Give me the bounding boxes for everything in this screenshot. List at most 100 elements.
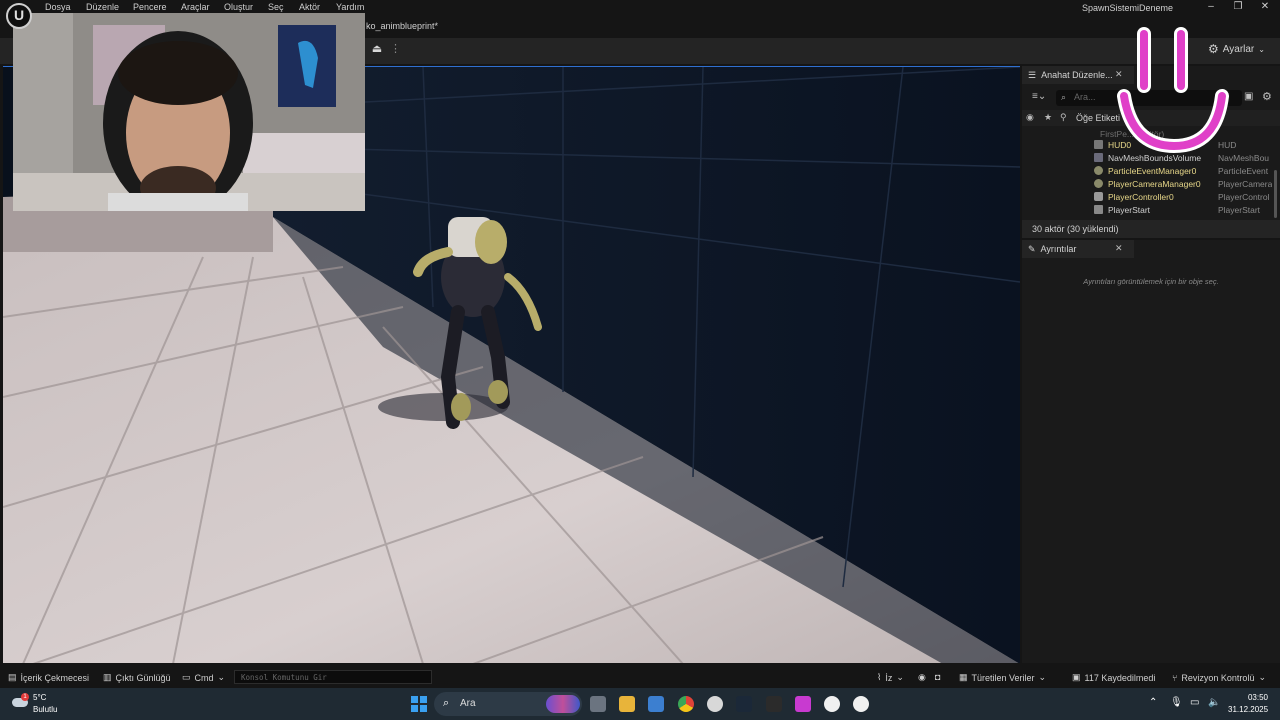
unsaved-button[interactable]: ▣ 117 Kaydedilmedi [1072, 672, 1155, 683]
cmd-label: Cmd [194, 672, 214, 683]
close-icon[interactable]: ✕ [1115, 243, 1123, 254]
eject-icon[interactable]: ⏏ [368, 42, 386, 58]
actor-type: PlayerControl [1218, 192, 1270, 202]
branch-icon: ⑂ [1172, 672, 1178, 683]
chevron-down-icon: ⌄ [1258, 44, 1265, 54]
steam-icon[interactable] [736, 696, 752, 712]
content-drawer-label: İçerik Çekmecesi [20, 672, 90, 683]
webcam-feed [13, 13, 365, 211]
webcam-overlay [13, 13, 365, 211]
unreal-engine-icon[interactable] [824, 696, 840, 712]
chevron-down-icon: ⌄ [1038, 672, 1047, 682]
windows-start-icon[interactable] [411, 696, 427, 712]
output-log-label: Çıktı Günlüğü [115, 672, 171, 683]
more-options-icon[interactable]: ⋮ [390, 42, 401, 55]
details-empty-message: Ayrıntıları görüntülemek için bir obje s… [1083, 277, 1219, 286]
minimize-icon[interactable]: – [1204, 1, 1218, 12]
unreal-engine-icon[interactable] [853, 696, 869, 712]
file-explorer-icon[interactable] [619, 696, 635, 712]
actor-name: PlayerCameraManager0 [1108, 179, 1201, 189]
menu-edit[interactable]: Düzenle [86, 2, 119, 12]
actor-name: PlayerController0 [1108, 192, 1174, 202]
actor-name: PlayerStart [1108, 205, 1151, 215]
actor-icon [1094, 179, 1103, 188]
chevron-down-icon: ⌄ [896, 672, 904, 682]
epic-games-icon[interactable] [766, 696, 782, 712]
window-title: SpawnSistemiDeneme [1082, 3, 1174, 13]
save-icon: ▣ [1072, 672, 1081, 682]
derived-data-button[interactable]: ▦ Türetilen Veriler ⌄ [959, 672, 1046, 683]
pin-icon[interactable]: ⚲ [1060, 112, 1067, 123]
console-placeholder: Konsol Komutunu Gir [241, 673, 327, 682]
editor-status-bar: ▤ İçerik Çekmecesi ▥ Çıktı Günlüğü ▭ Cmd… [0, 667, 1280, 688]
trace-icon: ⌇ [877, 672, 882, 682]
menu-build[interactable]: Oluştur [224, 2, 253, 12]
taskbar-search-label: Ara [460, 698, 476, 709]
filter-icon[interactable]: ≡⌄ [1032, 91, 1046, 102]
menu-help[interactable]: Yardım [336, 2, 364, 12]
actor-type: ParticleEvent [1218, 166, 1269, 176]
menu-window[interactable]: Pencere [133, 2, 167, 12]
windows-taskbar: 1 5°C Bulutlu ⌕ Ara ⌃ 🎙 ▭ 🔈 03:50 31.12.… [0, 688, 1280, 720]
volume-icon [1094, 153, 1103, 162]
unreal-logo-icon[interactable] [6, 3, 32, 29]
list-item[interactable]: PlayerStart PlayerStart [1022, 204, 1272, 217]
trace-label: İz [885, 672, 893, 683]
weather-temperature: 5°C [33, 693, 47, 702]
cmd-dropdown[interactable]: ▭ Cmd ⌄ [182, 672, 225, 683]
details-panel: ✎ Ayrıntılar ✕ Ayrıntıları görüntülemek … [1022, 240, 1280, 663]
clock-time[interactable]: 03:50 [1244, 693, 1268, 702]
output-log-button[interactable]: ▥ Çıktı Günlüğü [103, 672, 171, 683]
chevron-down-icon: ⌄ [1258, 672, 1266, 682]
taskbar-search-input[interactable]: ⌕ Ara [434, 692, 582, 716]
menu-actor[interactable]: Aktör [299, 2, 320, 12]
search-icon: ⌕ [443, 697, 450, 709]
volume-icon[interactable]: 🔈 [1208, 697, 1220, 708]
list-item[interactable]: PlayerCameraManager0 PlayerCamera [1022, 178, 1272, 191]
data-icon: ▦ [959, 672, 968, 682]
outliner-scrollbar[interactable] [1274, 170, 1277, 218]
terminal-icon: ▭ [182, 672, 191, 682]
store-icon[interactable] [648, 696, 664, 712]
trace-dropdown[interactable]: ⌇ İz ⌄ [877, 672, 904, 683]
app-icon[interactable] [795, 696, 811, 712]
menu-file[interactable]: Dosya [45, 2, 71, 12]
hud-icon [1094, 140, 1103, 149]
derived-data-label: Türetilen Veriler [971, 672, 1035, 683]
star-icon[interactable]: ★ [1044, 112, 1052, 123]
search-icon: ⌕ [1061, 92, 1067, 102]
maximize-icon[interactable]: ❐ [1231, 1, 1245, 12]
menu-select[interactable]: Seç [268, 2, 284, 12]
github-icon[interactable] [707, 696, 723, 712]
console-command-input[interactable]: Konsol Komutunu Gir [234, 670, 432, 684]
add-folder-icon[interactable]: ▣ [1244, 91, 1253, 102]
menu-tools[interactable]: Araçlar [181, 2, 210, 12]
gear-icon[interactable]: ⚙ [1262, 90, 1272, 103]
list-item[interactable]: ParticleEventManager0 ParticleEvent [1022, 165, 1272, 178]
actor-type: PlayerCamera [1218, 179, 1272, 189]
controller-icon [1094, 192, 1103, 201]
visibility-icon[interactable]: ◉ [1026, 112, 1034, 123]
display-icon[interactable]: ▭ [1190, 697, 1199, 708]
clock-date[interactable]: 31.12.2025 [1228, 705, 1268, 714]
camera-icon[interactable]: ◘ [935, 672, 940, 682]
log-icon: ▥ [103, 672, 112, 682]
chrome-icon[interactable] [678, 696, 694, 712]
smiley-overlay-icon [1117, 27, 1229, 154]
microphone-icon[interactable]: 🎙 [1170, 697, 1183, 708]
details-tab-label: Ayrıntılar [1040, 244, 1077, 254]
chevron-down-icon: ⌄ [217, 672, 226, 682]
revision-label: Revizyon Kontrolü [1181, 672, 1255, 683]
close-icon[interactable]: ✕ [1258, 1, 1272, 12]
content-drawer-button[interactable]: ▤ İçerik Çekmecesi [8, 672, 89, 683]
list-item[interactable]: PlayerController0 PlayerControl [1022, 191, 1272, 204]
search-highlight-icon [546, 695, 580, 713]
pencil-icon: ✎ [1028, 243, 1036, 254]
outliner-tab-label: Anahat Düzenle... [1041, 70, 1113, 80]
chevron-up-icon[interactable]: ⌃ [1149, 697, 1157, 708]
tab-anim-blueprint[interactable]: ko_animblueprint* [366, 21, 438, 31]
task-view-icon[interactable] [590, 696, 606, 712]
revision-control-button[interactable]: ⑂ Revizyon Kontrolü ⌄ [1172, 672, 1266, 683]
outliner-icon: ☰ [1028, 69, 1037, 80]
record-icon[interactable]: ◉ [918, 672, 926, 683]
